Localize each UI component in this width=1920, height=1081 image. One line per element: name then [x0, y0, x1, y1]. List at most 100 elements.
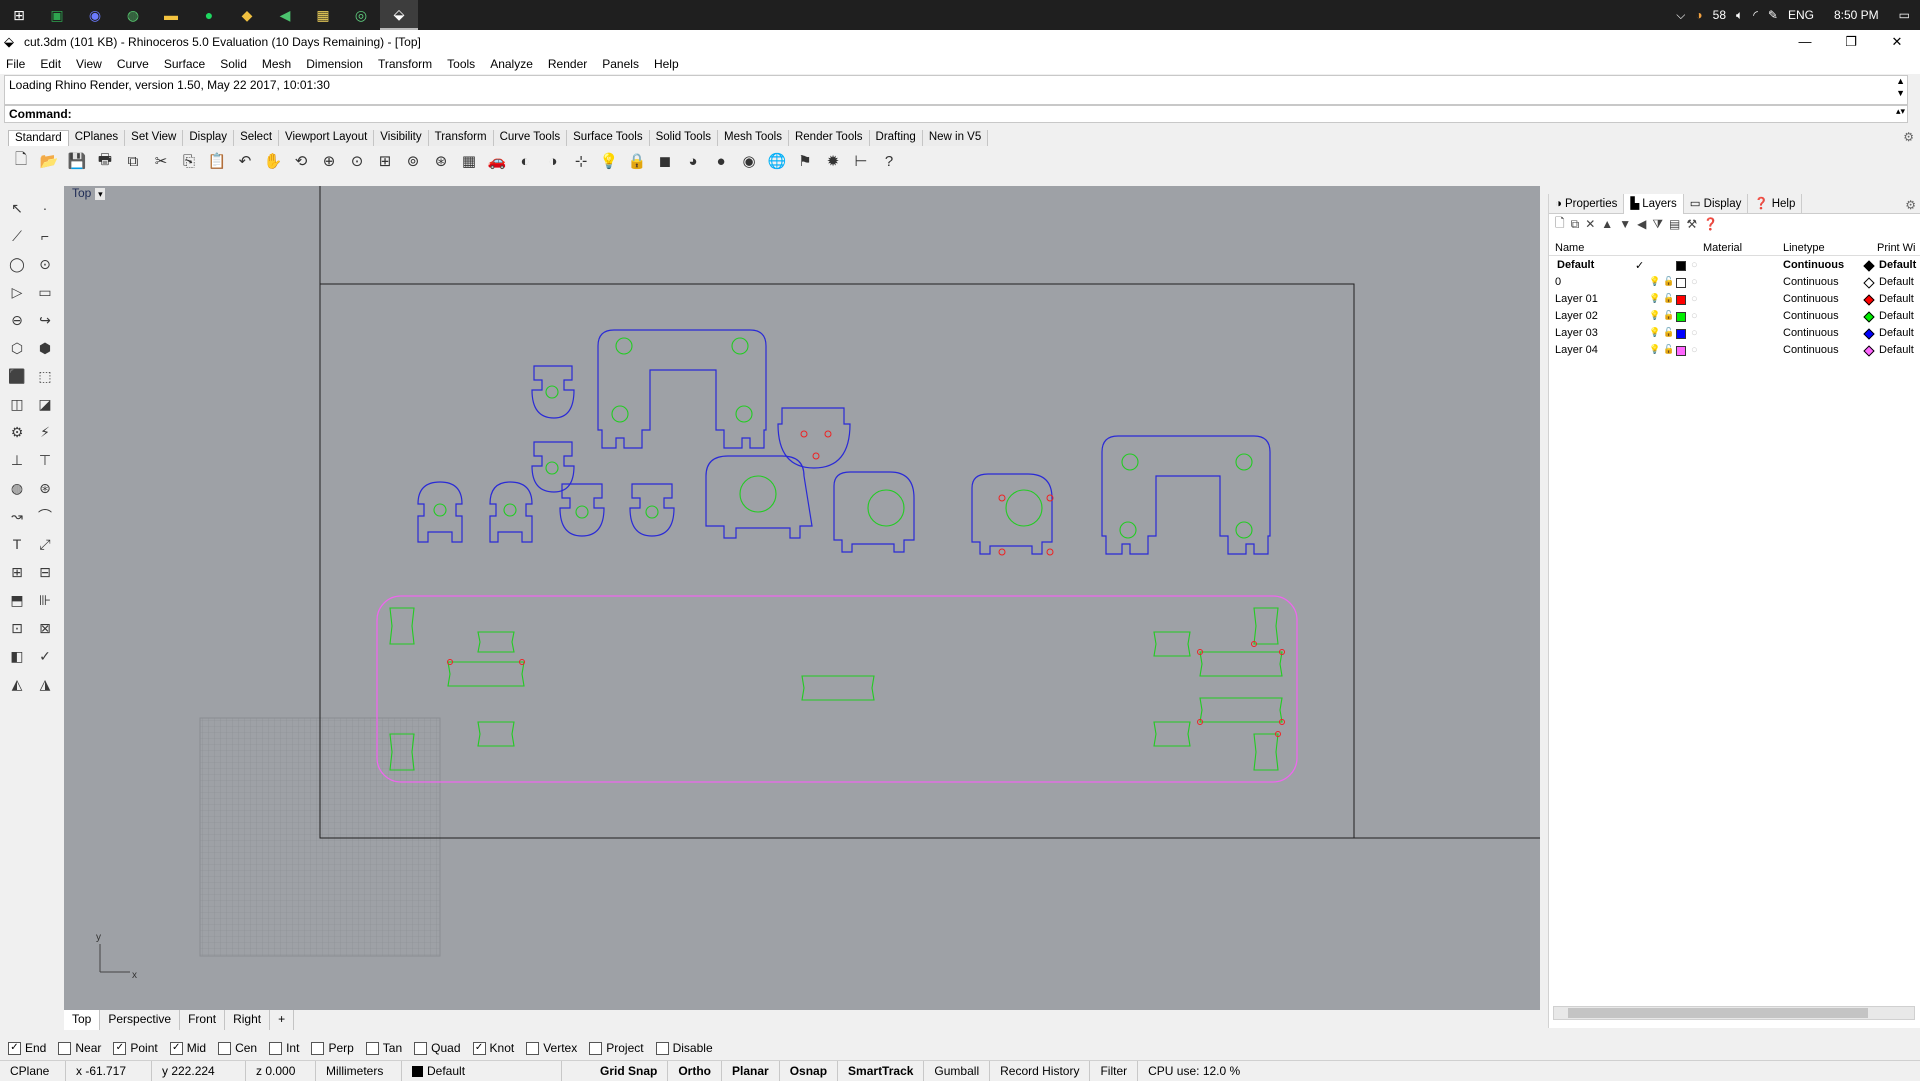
smarttrack-toggle[interactable]: SmartTrack — [838, 1060, 925, 1081]
material-circle-icon[interactable]: ○ — [1691, 276, 1698, 288]
rotate-icon[interactable]: ⟲ — [288, 149, 314, 173]
osnap-near-checkbox[interactable] — [58, 1041, 72, 1055]
panel-tab-help[interactable]: ❓ Help — [1748, 194, 1803, 214]
toolbar-tab-mesh-tools[interactable]: Mesh Tools — [718, 130, 789, 146]
toolbar-tab-standard[interactable]: Standard — [8, 130, 69, 146]
menu-solid[interactable]: Solid — [220, 57, 247, 71]
linetype[interactable]: Continuous — [1783, 276, 1839, 288]
zoom-window-icon[interactable]: ⊕ — [316, 149, 342, 173]
light-icon[interactable]: 💡 — [596, 149, 622, 173]
four-view-icon[interactable]: ▦ — [456, 149, 482, 173]
command-line[interactable]: Command: ▴▾ — [4, 105, 1908, 123]
grasshopper-icon[interactable]: ✹ — [820, 149, 846, 173]
left-tool-22-icon[interactable]: ⊛ — [32, 475, 58, 501]
print-width[interactable]: Default — [1879, 327, 1914, 339]
planar-toggle[interactable]: Planar — [722, 1060, 780, 1081]
car-icon[interactable]: 🚗 — [484, 149, 510, 173]
paste-icon[interactable]: 📋 — [204, 149, 230, 173]
left-tool-11-icon[interactable]: ⬡ — [4, 335, 30, 361]
osnap-toggle[interactable]: Osnap — [780, 1060, 839, 1081]
wifi-icon[interactable]: ◜ — [1753, 8, 1758, 22]
new-layer-icon[interactable]: 🗋 — [1555, 214, 1565, 235]
toolbar-settings-icon[interactable]: ⚙ — [1903, 130, 1914, 144]
dropdown-arrow-icon[interactable]: ▾ — [95, 188, 106, 200]
material-icon[interactable]: ◼ — [652, 149, 678, 173]
cut-icon[interactable]: ✂ — [148, 149, 174, 173]
layer-row[interactable]: Default ✓ ○ Continuous Default — [1549, 258, 1920, 274]
undo-icon[interactable]: ↶ — [232, 149, 258, 173]
menu-mesh[interactable]: Mesh — [262, 57, 291, 71]
toolbar-tab-display[interactable]: Display — [183, 130, 235, 146]
osnap-mid-checkbox[interactable]: ✓ — [169, 1041, 183, 1055]
move-out-icon[interactable]: ◀ — [1637, 217, 1646, 231]
print-color-icon[interactable] — [1863, 328, 1875, 340]
left-tool-29-icon[interactable]: ⬒ — [4, 587, 30, 613]
git-icon[interactable]: ◆ — [228, 0, 266, 30]
osnap-int-checkbox[interactable] — [269, 1041, 283, 1055]
print-color-icon[interactable] — [1863, 294, 1875, 306]
pen-icon[interactable]: ✎ — [1768, 8, 1778, 22]
left-tool-36-icon[interactable]: ◮ — [32, 671, 58, 697]
toolbar-tab-drafting[interactable]: Drafting — [869, 130, 923, 146]
help-icon[interactable]: ❓ — [1703, 217, 1718, 231]
left-tool-7-icon[interactable]: ▷ — [4, 279, 30, 305]
lock-icon[interactable]: 🔓 — [1663, 327, 1674, 338]
osnap-cen-checkbox[interactable] — [218, 1041, 232, 1055]
layer-row[interactable]: Layer 01 💡 🔓 ○ Continuous Default — [1549, 292, 1920, 308]
osnap-point[interactable]: ✓ Point — [113, 1041, 158, 1055]
osnap-tan-checkbox[interactable] — [365, 1041, 379, 1055]
viewport-tab-top[interactable]: Top — [64, 1010, 101, 1030]
color-icon[interactable]: ◕ — [680, 149, 706, 173]
material-circle-icon[interactable]: ○ — [1691, 327, 1698, 339]
left-tool-8-icon[interactable]: ▭ — [32, 279, 58, 305]
osnap-point-checkbox[interactable]: ✓ — [113, 1041, 127, 1055]
chrome-icon[interactable]: ◍ — [114, 0, 152, 30]
left-tool-9-icon[interactable]: ⊖ — [4, 307, 30, 333]
show-icon[interactable]: ◑ — [540, 149, 566, 173]
pan-icon[interactable]: ✋ — [260, 149, 286, 173]
layer-name[interactable]: Layer 01 — [1555, 293, 1598, 305]
options-icon[interactable]: ⚑ — [792, 149, 818, 173]
osnap-int[interactable]: Int — [269, 1041, 299, 1055]
material-circle-icon[interactable]: ○ — [1691, 310, 1698, 322]
help-icon[interactable]: ? — [876, 149, 902, 173]
left-tool-28-icon[interactable]: ⊟ — [32, 559, 58, 585]
left-tool-35-icon[interactable]: ◭ — [4, 671, 30, 697]
notification-icon[interactable]: ▭ — [1899, 8, 1910, 22]
panel-tab-layers[interactable]: ▙ Layers — [1624, 194, 1684, 214]
toolbar-tab-new-in-v5[interactable]: New in V5 — [922, 130, 989, 146]
layer-name[interactable]: Layer 04 — [1555, 344, 1598, 356]
left-tool-33-icon[interactable]: ◧ — [4, 643, 30, 669]
chevron-up-icon[interactable]: ⌵ — [1676, 8, 1685, 23]
excel-icon[interactable]: ▣ — [38, 0, 76, 30]
layer-name[interactable]: Layer 02 — [1555, 310, 1598, 322]
print-icon[interactable]: 🖶 — [92, 149, 118, 173]
weather-icon[interactable]: ◑ — [1695, 8, 1702, 22]
render-sphere-icon[interactable]: 🌐 — [764, 149, 790, 173]
print-width[interactable]: Default — [1879, 259, 1916, 271]
osnap-knot-checkbox[interactable]: ✓ — [472, 1041, 486, 1055]
visibility-bulb-icon[interactable]: 💡 — [1649, 276, 1660, 287]
osnap-mid[interactable]: ✓ Mid — [169, 1041, 206, 1055]
left-tool-13-icon[interactable]: ⬛ — [4, 363, 30, 389]
scroll-up-icon[interactable]: ▲ — [1896, 76, 1905, 86]
ortho-toggle[interactable]: Ortho — [668, 1060, 723, 1081]
layer-row[interactable]: 0 💡 🔓 ○ Continuous Default — [1549, 275, 1920, 291]
save-icon[interactable]: 💾 — [64, 149, 90, 173]
left-tool-20-icon[interactable]: ⊤ — [32, 447, 58, 473]
toolbar-tab-solid-tools[interactable]: Solid Tools — [649, 130, 718, 146]
viewport-title[interactable]: Top ▾ — [72, 186, 106, 200]
print-width[interactable]: Default — [1879, 310, 1914, 322]
layer-color-swatch[interactable] — [1676, 278, 1686, 288]
zoom-dynamic-icon[interactable]: ⊙ — [344, 149, 370, 173]
visibility-bulb-icon[interactable]: 💡 — [1649, 344, 1660, 355]
toolbar-tab-curve-tools[interactable]: Curve Tools — [493, 130, 568, 146]
minimize-button[interactable]: — — [1782, 30, 1828, 54]
layer-row[interactable]: Layer 02 💡 🔓 ○ Continuous Default — [1549, 309, 1920, 325]
linetype[interactable]: Continuous — [1783, 293, 1839, 305]
layer-color-swatch[interactable] — [1676, 312, 1686, 322]
menu-dimension[interactable]: Dimension — [306, 57, 363, 71]
toolbar-tab-set-view[interactable]: Set View — [125, 130, 184, 146]
osnap-knot[interactable]: ✓ Knot — [472, 1041, 514, 1055]
left-tool-25-icon[interactable]: T — [4, 531, 30, 557]
